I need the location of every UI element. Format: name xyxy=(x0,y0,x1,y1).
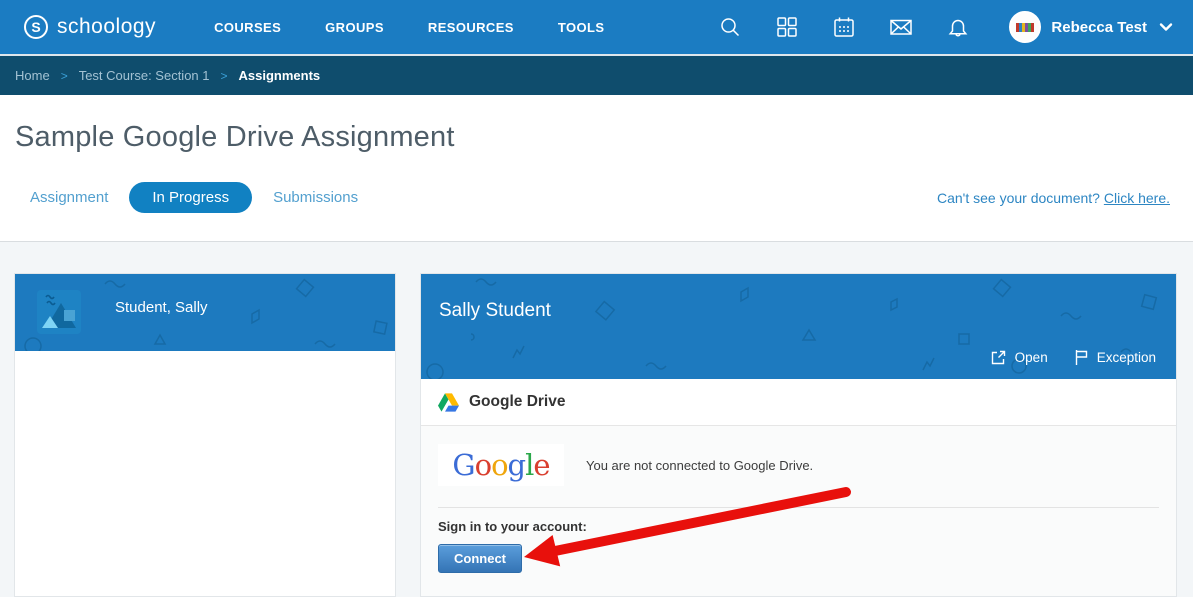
schoology-logo[interactable]: S schoology xyxy=(24,15,156,39)
calendar-icon xyxy=(833,16,855,38)
google-letter: e xyxy=(533,448,549,482)
tab-in-progress[interactable]: In Progress xyxy=(129,182,252,213)
messages-icon xyxy=(889,16,913,38)
submission-panel-header: Sally Student Open Exception xyxy=(421,274,1176,379)
google-letter: l xyxy=(525,448,533,482)
help-link: Can't see your document? Click here. xyxy=(937,190,1170,206)
search-icon xyxy=(719,16,741,38)
page-header: Sample Google Drive Assignment Assignmen… xyxy=(0,95,1193,242)
nav-item-resources[interactable]: RESOURCES xyxy=(428,20,514,35)
navbar-right: Rebecca Test xyxy=(718,11,1175,43)
student-list-item[interactable]: Student, Sally xyxy=(15,274,395,334)
google-drive-connect-body: G o o g l e You are not connected to Goo… xyxy=(421,426,1176,597)
student-list-name: Student, Sally xyxy=(115,299,208,316)
breadcrumb-separator: > xyxy=(61,69,68,83)
notifications-button[interactable] xyxy=(946,15,970,39)
external-link-icon xyxy=(990,349,1007,366)
messages-button[interactable] xyxy=(889,15,913,39)
breadcrumb-course[interactable]: Test Course: Section 1 xyxy=(79,68,210,83)
google-letter: g xyxy=(508,448,526,482)
google-drive-icon xyxy=(438,393,459,412)
user-name: Rebecca Test xyxy=(1051,19,1147,36)
connect-button[interactable]: Connect xyxy=(438,544,522,573)
google-letter: o xyxy=(475,448,491,482)
open-label: Open xyxy=(1015,350,1048,365)
breadcrumb-home[interactable]: Home xyxy=(15,68,50,83)
tab-submissions[interactable]: Submissions xyxy=(273,182,358,213)
google-drive-section-header: Google Drive xyxy=(421,379,1176,426)
open-button[interactable]: Open xyxy=(990,349,1048,366)
user-menu[interactable]: Rebecca Test xyxy=(1009,11,1175,43)
chevron-down-icon xyxy=(1157,18,1175,36)
submission-student-name: Sally Student xyxy=(421,274,1176,322)
breadcrumb-current: Assignments xyxy=(239,68,321,83)
google-letter: o xyxy=(491,448,507,482)
exception-button[interactable]: Exception xyxy=(1074,349,1156,366)
exception-label: Exception xyxy=(1097,350,1156,365)
tabs-row: Assignment In Progress Submissions Can't… xyxy=(0,182,1193,213)
notifications-icon xyxy=(947,16,969,38)
google-drive-section-title: Google Drive xyxy=(469,393,565,411)
page-title: Sample Google Drive Assignment xyxy=(0,95,1193,154)
connection-status-text: You are not connected to Google Drive. xyxy=(586,458,813,473)
brand-text: schoology xyxy=(57,15,156,39)
students-panel: Student, Sally xyxy=(14,273,396,597)
main-menu: COURSES GROUPS RESOURCES TOOLS xyxy=(214,20,604,35)
google-logo: G o o g l e xyxy=(438,444,564,486)
breadcrumb-separator: > xyxy=(221,69,228,83)
nav-item-tools[interactable]: TOOLS xyxy=(558,20,605,35)
nav-item-courses[interactable]: COURSES xyxy=(214,20,281,35)
google-status-row: G o o g l e You are not connected to Goo… xyxy=(438,444,1159,486)
nav-item-groups[interactable]: GROUPS xyxy=(325,20,384,35)
top-navbar: S schoology COURSES GROUPS RESOURCES TOO… xyxy=(0,0,1193,54)
submission-thumbnail xyxy=(37,290,81,334)
divider xyxy=(438,507,1159,508)
google-letter: G xyxy=(452,448,474,482)
avatar-image xyxy=(1016,23,1034,32)
schoology-logo-icon: S xyxy=(24,15,48,39)
breadcrumb: Home > Test Course: Section 1 > Assignme… xyxy=(0,54,1193,95)
flag-icon xyxy=(1074,349,1089,366)
apps-grid-button[interactable] xyxy=(775,15,799,39)
calendar-button[interactable] xyxy=(832,15,856,39)
help-click-here-link[interactable]: Click here. xyxy=(1104,190,1170,206)
students-panel-header: Student, Sally xyxy=(15,274,395,351)
apps-grid-icon xyxy=(776,16,798,38)
submission-panel: Sally Student Open Exception xyxy=(420,273,1177,597)
submission-actions: Open Exception xyxy=(990,349,1156,366)
signin-label: Sign in to your account: xyxy=(438,519,1159,534)
tab-assignment[interactable]: Assignment xyxy=(30,182,108,213)
avatar xyxy=(1009,11,1041,43)
search-button[interactable] xyxy=(718,15,742,39)
help-question: Can't see your document? xyxy=(937,190,1100,206)
